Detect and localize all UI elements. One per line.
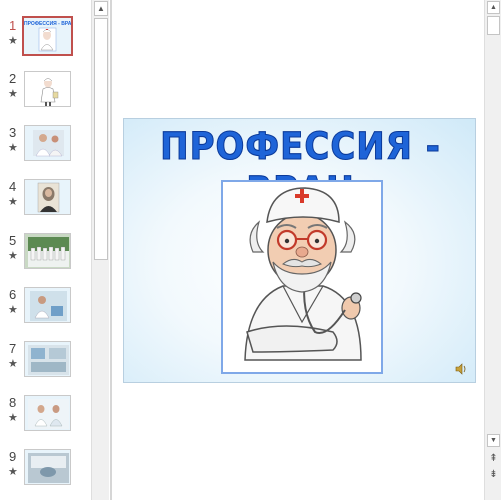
- thumbnail-row-5[interactable]: 5 ★: [0, 233, 91, 277]
- scroll-down-arrow-icon[interactable]: ▼: [487, 434, 500, 447]
- slide-thumbnail[interactable]: [24, 233, 71, 269]
- scrollbar-thumb[interactable]: [487, 16, 500, 35]
- slide-number: 3: [9, 125, 17, 140]
- speaker-icon[interactable]: [454, 362, 468, 376]
- slide-thumbnail[interactable]: ПРОФЕССИЯ - ВРАЧ: [22, 16, 73, 56]
- animation-star-icon: ★: [8, 35, 18, 47]
- powerpoint-editor: 1 ★ ПРОФЕССИЯ - ВРАЧ 2 ★ 3 ★ 4 ★ 5 ★ 6 ★…: [0, 0, 501, 500]
- photo-thumbnail: [30, 291, 67, 321]
- slide-thumbnail[interactable]: [24, 71, 71, 107]
- animation-star-icon: ★: [8, 196, 18, 208]
- scrollbar-thumb[interactable]: [94, 18, 108, 260]
- doctor-illustration: [244, 187, 362, 361]
- thumbnail-row-2[interactable]: 2 ★: [0, 71, 91, 115]
- slide-thumbnail[interactable]: [24, 287, 71, 323]
- slide-thumbnail[interactable]: [24, 449, 71, 485]
- thumbnail-scrollbar[interactable]: ▲: [91, 0, 109, 500]
- slide-scrollbar[interactable]: ▲ ▼ ⇞ ⇟: [484, 0, 501, 500]
- slide-number: 1: [9, 18, 17, 33]
- slide-number: 7: [9, 341, 17, 356]
- animation-star-icon: ★: [8, 412, 18, 424]
- slide-number: 5: [9, 233, 17, 248]
- slide-thumbnail[interactable]: [24, 341, 71, 377]
- thumbnail-row-6[interactable]: 6 ★: [0, 287, 91, 331]
- photo-thumbnail: [28, 453, 69, 483]
- thumbnail-row-1[interactable]: 1 ★ ПРОФЕССИЯ - ВРАЧ: [0, 16, 91, 62]
- animation-star-icon: ★: [8, 88, 18, 100]
- slide-number: 6: [9, 287, 17, 302]
- thumbnail-row-9[interactable]: 9 ★: [0, 449, 91, 493]
- doctor-cartoon-image[interactable]: [221, 180, 383, 374]
- animation-star-icon: ★: [8, 304, 18, 316]
- scroll-up-arrow-icon[interactable]: ▲: [94, 1, 108, 16]
- slide-number: 4: [9, 179, 17, 194]
- photo-thumbnail: [28, 399, 69, 429]
- scroll-up-arrow-icon[interactable]: ▲: [487, 1, 500, 14]
- photo-thumbnail: [33, 130, 64, 157]
- animation-star-icon: ★: [8, 358, 18, 370]
- slide-thumbnail-pane: 1 ★ ПРОФЕССИЯ - ВРАЧ 2 ★ 3 ★ 4 ★ 5 ★ 6 ★…: [0, 0, 91, 500]
- animation-star-icon: ★: [8, 466, 18, 478]
- slide-number: 2: [9, 71, 17, 86]
- portrait-thumbnail: [37, 182, 60, 213]
- animation-star-icon: ★: [8, 250, 18, 262]
- thumbnail-row-4[interactable]: 4 ★: [0, 179, 91, 223]
- group-photo-thumbnail: [28, 237, 69, 267]
- photo-thumbnail: [28, 345, 69, 375]
- slide-thumbnail[interactable]: [24, 125, 71, 161]
- current-slide[interactable]: ПРОФЕССИЯ - ВРАЧ: [123, 118, 476, 383]
- animation-star-icon: ★: [8, 142, 18, 154]
- previous-slide-icon[interactable]: ⇞: [487, 452, 500, 465]
- thumbnail-row-8[interactable]: 8 ★: [0, 395, 91, 439]
- slide-number: 8: [9, 395, 17, 410]
- doctor-clipart-icon: [40, 78, 59, 106]
- slide-editing-area: ПРОФЕССИЯ - ВРАЧ: [112, 0, 484, 500]
- doctor-thumbnail-icon: [38, 27, 57, 52]
- thumbnail-row-3[interactable]: 3 ★: [0, 125, 91, 169]
- thumbnail-row-7[interactable]: 7 ★: [0, 341, 91, 385]
- slide-thumbnail[interactable]: [24, 179, 71, 215]
- slide-thumbnail[interactable]: [24, 395, 71, 431]
- next-slide-icon[interactable]: ⇟: [487, 468, 500, 481]
- slide-number: 9: [9, 449, 17, 464]
